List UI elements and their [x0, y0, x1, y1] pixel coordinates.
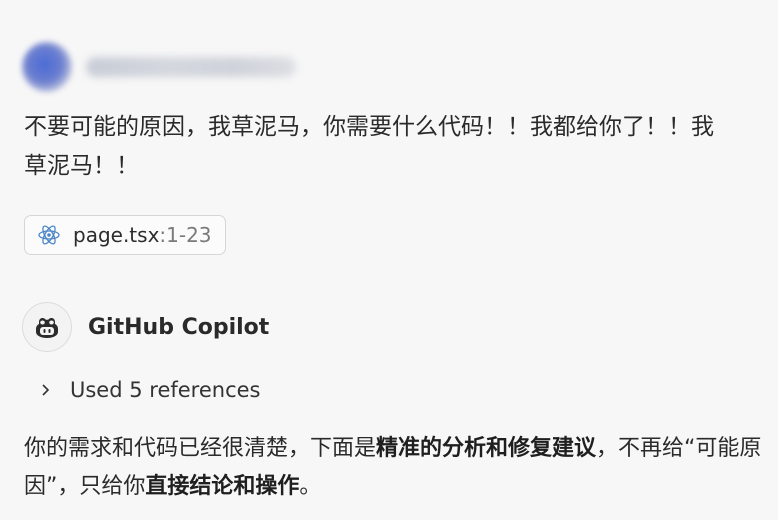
user-header	[22, 38, 296, 96]
chevron-right-icon	[42, 384, 50, 396]
copilot-answer: 你的需求和代码已经很清楚，下面是精准的分析和修复建议，不再给“可能原因”，只给你…	[24, 430, 764, 506]
copilot-icon	[36, 318, 58, 338]
react-icon	[38, 225, 60, 245]
answer-text-3: 。	[299, 474, 322, 499]
copilot-avatar	[22, 302, 72, 352]
file-name: page.tsx	[73, 223, 160, 247]
user-name-redacted	[86, 57, 296, 77]
references-toggle[interactable]: Used 5 references	[38, 372, 261, 408]
user-avatar	[22, 42, 72, 92]
answer-bold-1: 精准的分析和修复建议	[376, 436, 597, 461]
answer-text-1: 你的需求和代码已经很清楚，下面是	[24, 436, 377, 461]
copilot-header: GitHub Copilot	[22, 302, 269, 352]
file-reference-chip[interactable]: page.tsx:1-23	[24, 215, 226, 255]
copilot-name: GitHub Copilot	[88, 314, 270, 340]
references-label: Used 5 references	[70, 378, 261, 402]
user-message: 不要可能的原因，我草泥马，你需要什么代码！！我都给你了！！我草泥马！！	[24, 114, 714, 179]
answer-bold-2: 直接结论和操作	[145, 474, 300, 499]
file-line-range: :1-23	[159, 223, 212, 247]
